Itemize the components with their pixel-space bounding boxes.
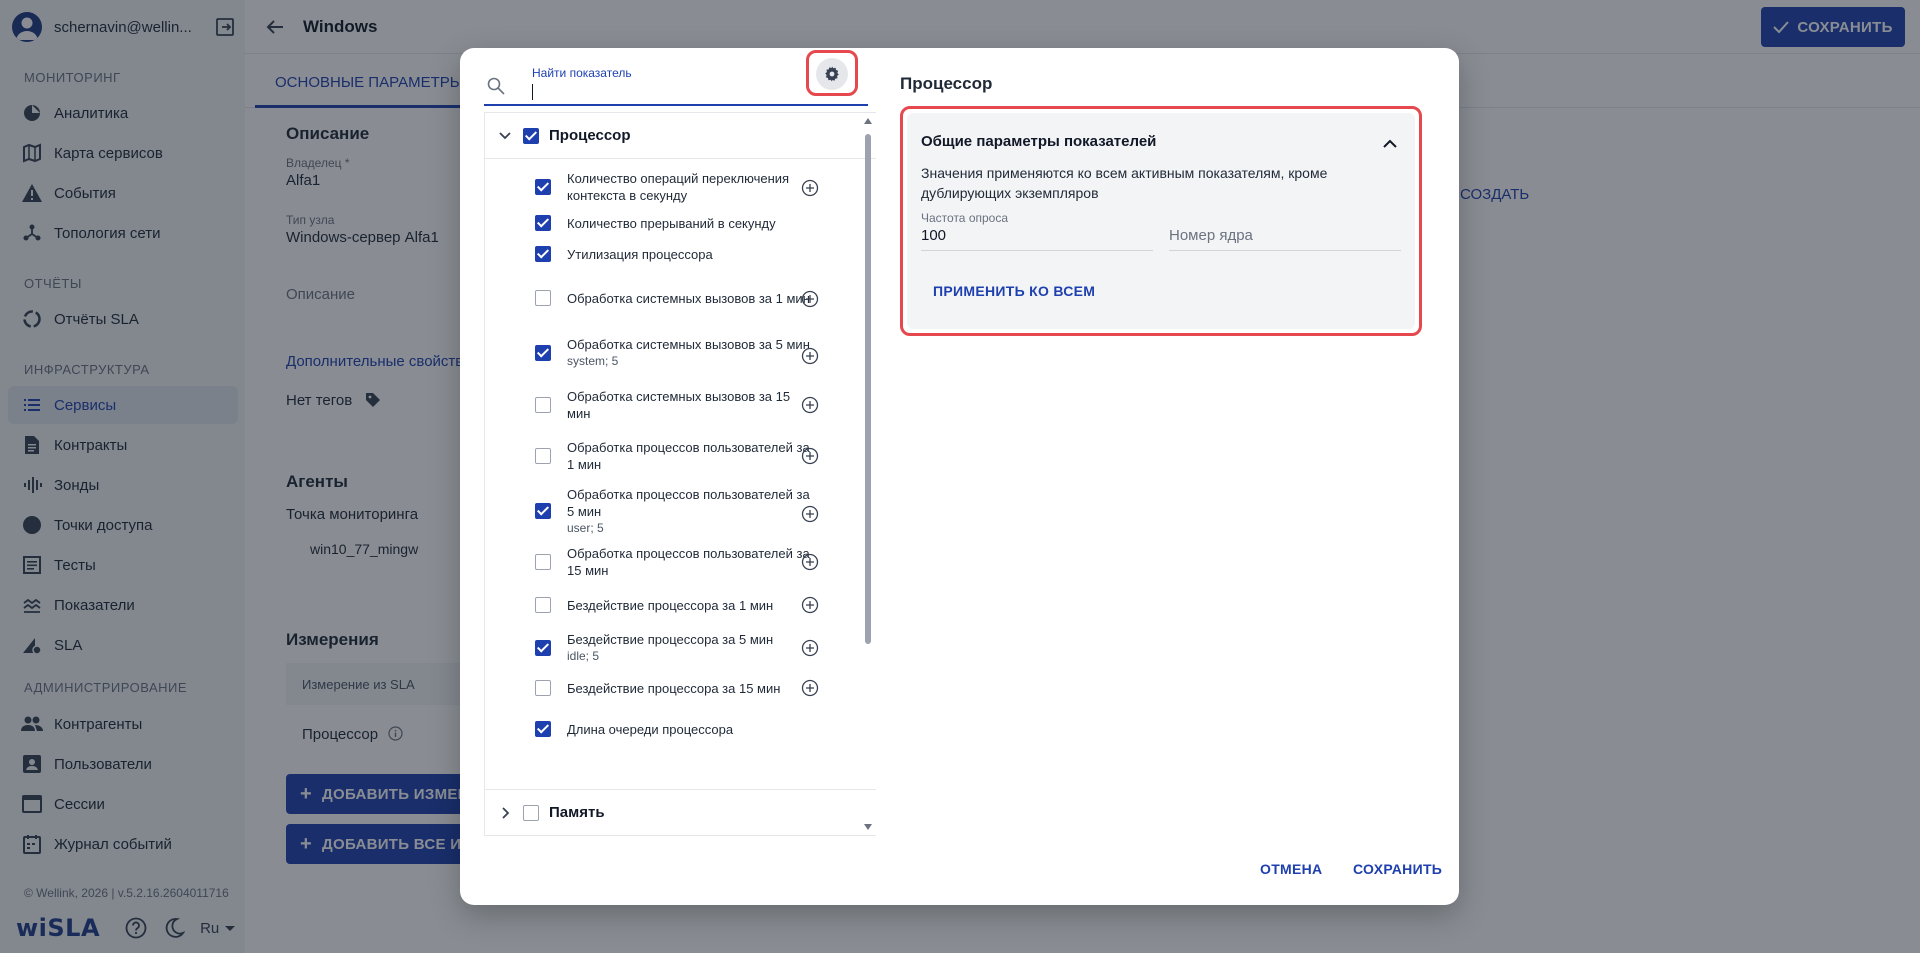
params-description: Значения применяются ко всем активным по… [921, 165, 1328, 201]
group-processor[interactable]: Процессор [485, 113, 876, 159]
list-item[interactable]: Длина очереди процессора [535, 719, 855, 739]
add-circle-icon[interactable] [801, 347, 819, 365]
add-circle-icon[interactable] [801, 179, 819, 197]
dialog-footer: ОТМЕНА СОХРАНИТЬ [460, 835, 1459, 905]
metric-sub: idle; 5 [567, 649, 600, 663]
add-circle-icon[interactable] [801, 553, 819, 571]
text-caret [532, 84, 533, 100]
metric-checkbox[interactable] [535, 680, 551, 696]
metric-label: Обработка процессов пользователей за 5 м… [567, 486, 817, 537]
metric-checkbox[interactable] [535, 554, 551, 570]
metric-label: Обработка системных вызовов за 1 мин [567, 290, 810, 306]
scroll-up-icon[interactable] [864, 118, 872, 124]
poll-frequency-field[interactable]: Частота опроса 100 [921, 211, 1153, 251]
metric-checkbox[interactable] [535, 503, 551, 519]
metrics-dialog: Найти показатель Процессор Количество оп… [460, 48, 1459, 905]
metric-checkbox[interactable] [535, 246, 551, 262]
group-memory-checkbox[interactable] [523, 804, 539, 821]
params-title: Общие параметры показателей [921, 133, 1157, 150]
add-circle-icon[interactable] [801, 679, 819, 697]
scroll-down-icon[interactable] [864, 824, 872, 830]
core-number-field[interactable]: Номер ядра [1169, 211, 1401, 251]
metric-checkbox[interactable] [535, 345, 551, 361]
poll-frequency-value[interactable]: 100 [921, 227, 946, 244]
scroll-thumb[interactable] [865, 134, 871, 644]
metric-checkbox[interactable] [535, 397, 551, 413]
core-number-placeholder[interactable]: Номер ядра [1169, 227, 1253, 244]
metric-checkbox[interactable] [535, 640, 551, 656]
poll-frequency-label: Частота опроса [921, 211, 1009, 225]
metric-checkbox[interactable] [535, 448, 551, 464]
metric-label: Бездействие процессора за 1 мин [567, 597, 774, 613]
gear-icon [825, 66, 839, 82]
metric-label: Обработка процессов пользователей за 15 … [567, 546, 810, 578]
metric-label: Утилизация процессора [567, 246, 713, 262]
dialog-save-button[interactable]: СОХРАНИТЬ [1347, 853, 1448, 885]
add-circle-icon[interactable] [801, 396, 819, 414]
chevron-right-icon[interactable] [495, 803, 515, 823]
metric-label: Бездействие процессора за 15 мин [567, 680, 781, 696]
metric-label: Бездействие процессора за 5 мин idle; 5 [567, 631, 817, 665]
group-processor-checkbox[interactable] [523, 127, 539, 144]
chevron-down-icon[interactable] [495, 126, 515, 146]
group-memory-label: Память [549, 804, 605, 821]
add-circle-icon[interactable] [801, 639, 819, 657]
metric-checkbox[interactable] [535, 597, 551, 613]
group-processor-label: Процессор [549, 127, 631, 144]
chevron-up-icon[interactable] [1381, 135, 1399, 153]
search-label: Найти показатель [532, 66, 632, 80]
list-scrollbar[interactable] [862, 114, 874, 834]
apply-to-all-button[interactable]: ПРИМЕНИТЬ КО ВСЕМ [921, 273, 1107, 309]
metric-checkbox[interactable] [535, 215, 551, 231]
metric-label: Обработка процессов пользователей за 1 м… [567, 440, 810, 472]
metric-checkbox[interactable] [535, 179, 551, 195]
params-highlight: Общие параметры показателей Значения при… [900, 106, 1422, 336]
settings-highlight [806, 50, 858, 96]
metric-sub: user; 5 [567, 520, 604, 535]
metric-label: Обработка системных вызовов за 15 мин [567, 389, 791, 421]
search-icon [486, 76, 506, 96]
list-item[interactable]: Количество прерываний в секунду [535, 213, 855, 233]
metric-sub: system; 5 [567, 354, 619, 368]
metric-label: Длина очереди процессора [567, 721, 734, 737]
group-memory[interactable]: Память [485, 789, 876, 835]
metrics-list: Процессор Количество операций переключен… [484, 112, 876, 836]
add-circle-icon[interactable] [801, 447, 819, 465]
metric-checkbox[interactable] [535, 721, 551, 737]
add-circle-icon[interactable] [801, 290, 819, 308]
list-item[interactable]: Утилизация процессора [535, 244, 855, 264]
metric-checkbox[interactable] [535, 290, 551, 306]
cancel-button[interactable]: ОТМЕНА [1254, 853, 1328, 885]
metric-label: Обработка системных вызовов за 5 мин syst… [567, 336, 817, 370]
metric-label: Количество прерываний в секунду [567, 215, 776, 231]
add-circle-icon[interactable] [801, 596, 819, 614]
add-circle-icon[interactable] [801, 505, 819, 523]
settings-button[interactable] [816, 58, 848, 90]
common-params-card: Общие параметры показателей Значения при… [907, 113, 1415, 329]
metric-label: Количество операций переключения контекс… [567, 171, 790, 203]
details-title: Процессор [900, 74, 993, 93]
